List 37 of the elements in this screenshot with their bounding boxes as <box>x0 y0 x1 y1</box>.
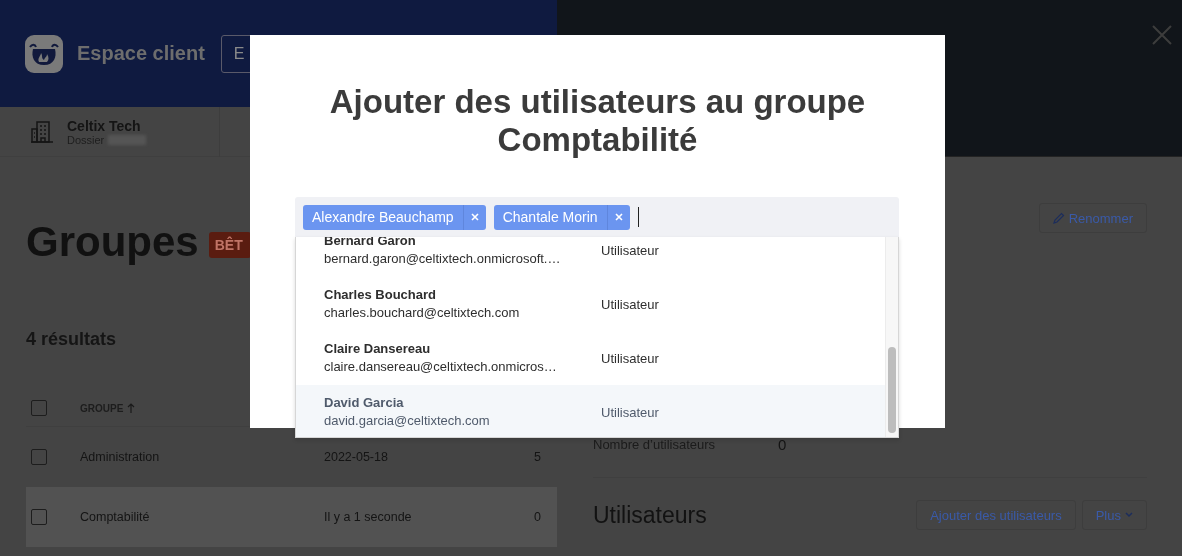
user-name: Charles Bouchard <box>324 286 437 304</box>
user-name: David Garcia <box>324 394 405 412</box>
building-icon <box>30 119 54 144</box>
checkbox[interactable] <box>31 400 47 416</box>
user-role: Utilisateur <box>601 296 659 312</box>
app-title: Espace client <box>77 42 205 65</box>
tag-input-field[interactable]: Alexandre Beauchamp Chantale Morin <box>295 197 899 237</box>
user-chip: Alexandre Beauchamp <box>303 204 486 230</box>
user-email: charles.bouchard@celtixtech.com <box>324 304 521 322</box>
chevron-down-icon <box>1125 512 1133 518</box>
table-cell-text: 0 <box>533 510 542 524</box>
add-users-button[interactable]: Ajouter des utilisateurs <box>916 500 1076 530</box>
pencil-icon <box>1052 212 1065 224</box>
checkbox[interactable] <box>31 509 47 525</box>
user-option[interactable]: Charles Bouchard charles.bouchard@celtixtech.com Utilisateur <box>296 277 885 331</box>
user-email: david.garcia@celtixtech.com <box>324 412 491 430</box>
user-email: claire.dansereau@celtixtech.onmicros… <box>324 358 558 376</box>
user-option[interactable]: David Garcia david.garcia@celtixtech.com Utilisateur <box>296 385 885 437</box>
user-role: Utilisateur <box>601 350 659 366</box>
rename-button[interactable]: Renommer <box>1038 203 1147 233</box>
user-role: Utilisateur <box>601 404 659 420</box>
user-role: Utilisateur <box>601 242 659 258</box>
close-icon <box>1152 25 1172 45</box>
user-name: Claire Dansereau <box>324 340 432 358</box>
user-option[interactable]: Claire Dansereau claire.dansereau@celtixtech.onmicros… Utilisateur <box>296 331 885 385</box>
scrollbar-thumb[interactable] <box>888 347 896 433</box>
text-cursor <box>637 207 639 227</box>
close-icon <box>614 213 623 221</box>
close-button[interactable] <box>1152 25 1172 45</box>
checkbox[interactable] <box>31 449 47 465</box>
user-email: bernard.garon@celtixtech.onmicrosoft.… <box>324 250 562 268</box>
beta-badge: BÊT <box>208 232 251 258</box>
dialog-title: Ajouter des utilisateurs au groupe Comptabilité <box>328 83 867 159</box>
table-cell-text: Comptabilité <box>80 510 151 524</box>
more-button[interactable]: Plus <box>1081 500 1147 530</box>
close-icon <box>470 213 479 221</box>
user-chip: Chantale Morin <box>493 204 630 230</box>
